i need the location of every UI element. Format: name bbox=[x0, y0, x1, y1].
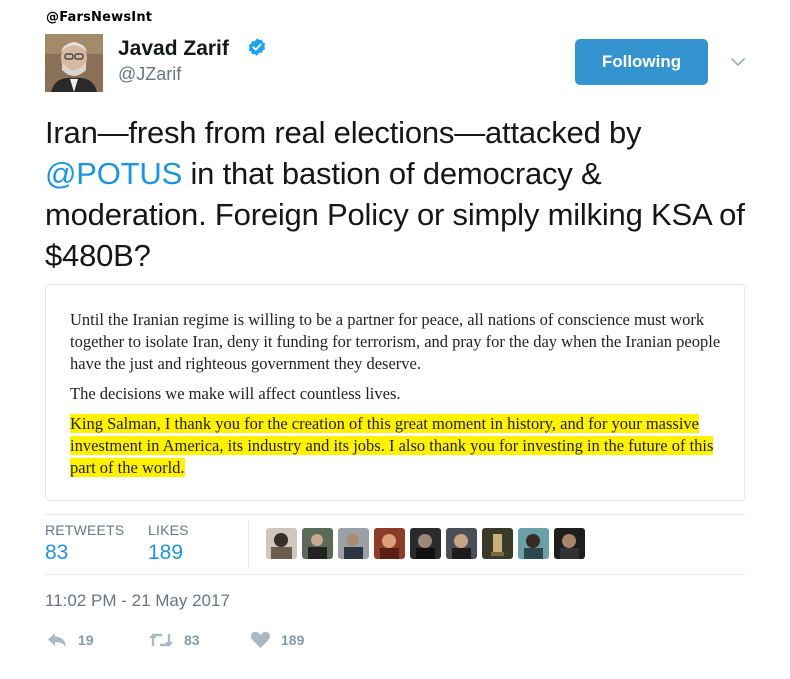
stats-divider bbox=[248, 520, 249, 568]
reply-button[interactable]: 19 bbox=[46, 631, 94, 649]
liker-avatar[interactable] bbox=[338, 528, 369, 559]
tweet-text: Iran—fresh from real elections—attacked … bbox=[45, 112, 765, 276]
attached-image[interactable]: Until the Iranian regime is willing to b… bbox=[45, 284, 745, 501]
watermark-handle: @FarsNewsInt bbox=[46, 10, 153, 25]
liker-avatar[interactable] bbox=[302, 528, 333, 559]
heart-icon bbox=[250, 631, 271, 648]
retweets-count[interactable]: 83 bbox=[45, 541, 68, 565]
liker-avatar[interactable] bbox=[446, 528, 477, 559]
mention-link[interactable]: @POTUS bbox=[45, 156, 182, 191]
liker-avatar[interactable] bbox=[554, 528, 585, 559]
likes-count[interactable]: 189 bbox=[148, 541, 183, 565]
retweet-count: 83 bbox=[184, 632, 200, 648]
liker-avatar[interactable] bbox=[410, 528, 441, 559]
divider bbox=[45, 514, 745, 515]
following-button[interactable]: Following bbox=[575, 39, 708, 85]
liker-avatars bbox=[266, 528, 585, 559]
author-name[interactable]: Javad Zarif bbox=[118, 37, 229, 61]
likes-label: LIKES bbox=[148, 522, 189, 538]
retweet-icon bbox=[149, 633, 173, 647]
tweet-text-part: Iran—fresh from real elections—attacked … bbox=[45, 115, 642, 150]
highlighted-text: King Salman, I thank you for the creatio… bbox=[70, 414, 714, 477]
chevron-down-icon[interactable] bbox=[728, 52, 748, 72]
document-excerpt: Until the Iranian regime is willing to b… bbox=[70, 309, 730, 487]
verified-badge-icon bbox=[248, 38, 266, 56]
liker-avatar[interactable] bbox=[518, 528, 549, 559]
liker-avatar[interactable] bbox=[266, 528, 297, 559]
tweet-timestamp[interactable]: 11:02 PM - 21 May 2017 bbox=[45, 591, 230, 611]
author-handle[interactable]: @JZarif bbox=[118, 64, 181, 85]
liker-avatar[interactable] bbox=[374, 528, 405, 559]
reply-count: 19 bbox=[78, 632, 94, 648]
like-button[interactable]: 189 bbox=[250, 631, 304, 649]
avatar-photo bbox=[45, 34, 103, 92]
document-paragraph: Until the Iranian regime is willing to b… bbox=[70, 310, 721, 373]
reply-icon bbox=[48, 633, 66, 647]
document-paragraph-highlighted: King Salman, I thank you for the creatio… bbox=[70, 413, 730, 479]
author-avatar[interactable] bbox=[45, 34, 103, 92]
document-paragraph: The decisions we make will affect countl… bbox=[70, 384, 401, 403]
like-count: 189 bbox=[281, 632, 305, 648]
retweets-label: RETWEETS bbox=[45, 522, 125, 538]
divider bbox=[45, 574, 745, 575]
liker-avatar[interactable] bbox=[482, 528, 513, 559]
retweet-button[interactable]: 83 bbox=[148, 631, 200, 649]
